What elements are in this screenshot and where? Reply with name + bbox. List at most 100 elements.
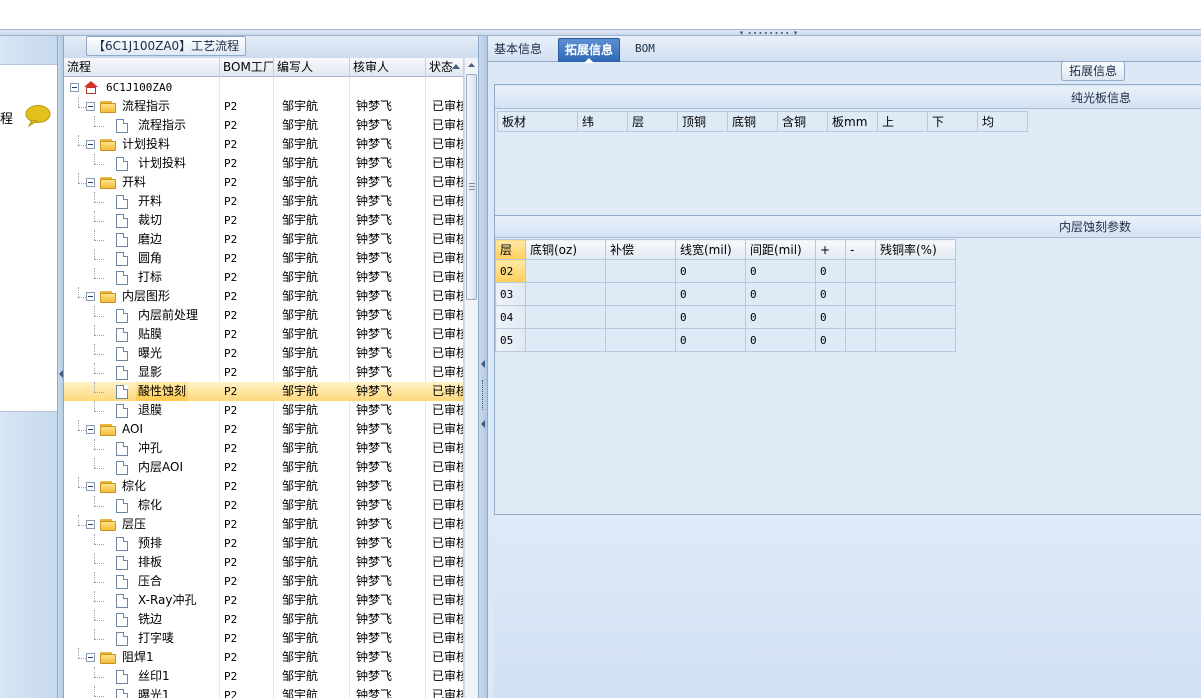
tree-node-label[interactable]: 流程指示: [136, 116, 188, 135]
status-cell[interactable]: 已审核: [428, 458, 463, 477]
reviewer-cell[interactable]: 钟梦飞: [352, 211, 424, 230]
tree-node-label[interactable]: 酸性蚀刻: [136, 382, 189, 401]
writer-cell[interactable]: 邹宇航: [278, 230, 350, 249]
tree-name-cell[interactable]: 阻焊1: [64, 648, 220, 667]
writer-cell[interactable]: 邹宇航: [278, 572, 350, 591]
tree-node-label[interactable]: 冲孔: [136, 439, 164, 458]
status-cell[interactable]: 已审核: [428, 629, 463, 648]
etch-params-table[interactable]: 层 底铜(oz) 补偿 线宽(mil) 间距(mil) + - 残铜率(%) 0…: [495, 239, 956, 352]
etch-cell-compensation[interactable]: [605, 282, 676, 306]
bom-factory-cell[interactable]: P2: [220, 287, 274, 306]
tree-node-label[interactable]: 压合: [136, 572, 164, 591]
status-cell[interactable]: 已审核: [428, 515, 463, 534]
writer-cell[interactable]: 邹宇航: [278, 211, 350, 230]
tree-node-label[interactable]: 6C1J100ZA0: [104, 78, 174, 97]
col-header-writer[interactable]: 编写人: [274, 58, 350, 77]
tree-name-cell[interactable]: 开料: [64, 192, 220, 211]
status-cell[interactable]: 已审核: [428, 97, 463, 116]
writer-cell[interactable]: 邹宇航: [278, 534, 350, 553]
tree-node-label[interactable]: 退膜: [136, 401, 164, 420]
bom-factory-cell[interactable]: P2: [220, 192, 274, 211]
tree-name-cell[interactable]: 打字唛: [64, 629, 220, 648]
reviewer-cell[interactable]: 钟梦飞: [352, 268, 424, 287]
tree-leaf-row[interactable]: 打字唛 P2邹宇航钟梦飞已审核: [64, 629, 463, 648]
board-col-layer[interactable]: 层: [627, 111, 678, 132]
status-cell[interactable]: 已审核: [428, 420, 463, 439]
etch-row[interactable]: 05 0 0 0: [495, 328, 956, 352]
tree-leaf-row[interactable]: 丝印1 P2邹宇航钟梦飞已审核: [64, 667, 463, 686]
tree-node-row[interactable]: 棕化 P2邹宇航钟梦飞已审核: [64, 477, 463, 496]
col-header-reviewer[interactable]: 核审人: [350, 58, 426, 77]
bom-factory-cell[interactable]: P2: [220, 97, 274, 116]
status-cell[interactable]: 已审核: [428, 154, 463, 173]
tree-name-cell[interactable]: 曝光: [64, 344, 220, 363]
status-cell[interactable]: 已审核: [428, 553, 463, 572]
tree-node-label[interactable]: X-Ray冲孔: [136, 591, 198, 610]
board-col-copper-content[interactable]: 含铜: [777, 111, 828, 132]
collapse-tree-icon-2[interactable]: [481, 420, 485, 428]
status-cell[interactable]: 已审核: [428, 306, 463, 325]
tree-node-label[interactable]: 内层前处理: [136, 306, 200, 325]
tree-node-label[interactable]: 流程指示: [120, 97, 172, 116]
etch-cell-plus[interactable]: 0: [815, 328, 846, 352]
tree-node-label[interactable]: AOI: [120, 420, 145, 439]
collapse-toggle-icon[interactable]: [86, 482, 95, 491]
etch-cell-spacing[interactable]: 0: [745, 259, 816, 283]
collapse-toggle-icon[interactable]: [70, 83, 79, 92]
etch-cell-minus[interactable]: [845, 328, 876, 352]
etch-col-spacing[interactable]: 间距(mil): [745, 239, 816, 260]
tree-node-label[interactable]: 计划投料: [120, 135, 172, 154]
tree-leaf-row[interactable]: 贴膜 P2邹宇航钟梦飞已审核: [64, 325, 463, 344]
tree-node-row[interactable]: 计划投料 P2邹宇航钟梦飞已审核: [64, 135, 463, 154]
etch-cell-plus[interactable]: 0: [815, 259, 846, 283]
reviewer-cell[interactable]: 钟梦飞: [352, 629, 424, 648]
etch-row[interactable]: 04 0 0 0: [495, 305, 956, 329]
tree-name-cell[interactable]: 排板: [64, 553, 220, 572]
writer-cell[interactable]: 邹宇航: [278, 667, 350, 686]
tree-node-label[interactable]: 内层图形: [120, 287, 172, 306]
writer-cell[interactable]: 邹宇航: [278, 135, 350, 154]
writer-cell[interactable]: 邹宇航: [278, 268, 350, 287]
status-cell[interactable]: 已审核: [428, 591, 463, 610]
tree-name-cell[interactable]: 压合: [64, 572, 220, 591]
tree-node-label[interactable]: 层压: [120, 515, 148, 534]
writer-cell[interactable]: 邹宇航: [278, 116, 350, 135]
bom-factory-cell[interactable]: P2: [220, 477, 274, 496]
tree-leaf-row[interactable]: 计划投料 P2邹宇航钟梦飞已审核: [64, 154, 463, 173]
tree-name-cell[interactable]: 流程指示: [64, 97, 220, 116]
etch-cell-residual-copper[interactable]: [875, 328, 956, 352]
etch-cell-residual-copper[interactable]: [875, 282, 956, 306]
tree-name-cell[interactable]: 层压: [64, 515, 220, 534]
tree-name-cell[interactable]: 6C1J100ZA0: [64, 78, 220, 97]
writer-cell[interactable]: 邹宇航: [278, 458, 350, 477]
board-col-top-copper[interactable]: 顶铜: [677, 111, 728, 132]
bom-factory-cell[interactable]: P2: [220, 116, 274, 135]
etch-row[interactable]: 03 0 0 0: [495, 282, 956, 306]
status-cell[interactable]: 已审核: [428, 344, 463, 363]
tree-scrollbar[interactable]: [464, 58, 478, 698]
bom-factory-cell[interactable]: P2: [220, 325, 274, 344]
tree-name-cell[interactable]: 磨边: [64, 230, 220, 249]
collapse-left-icon[interactable]: [59, 370, 63, 378]
tree-leaf-row[interactable]: 曝光 P2邹宇航钟梦飞已审核: [64, 344, 463, 363]
tree-leaf-row[interactable]: 冲孔 P2邹宇航钟梦飞已审核: [64, 439, 463, 458]
status-cell[interactable]: 已审核: [428, 211, 463, 230]
bom-factory-cell[interactable]: P2: [220, 363, 274, 382]
tree-name-cell[interactable]: 铣边: [64, 610, 220, 629]
bom-factory-cell[interactable]: P2: [220, 648, 274, 667]
status-cell[interactable]: 已审核: [428, 249, 463, 268]
status-cell[interactable]: 已审核: [428, 610, 463, 629]
tree-node-label[interactable]: 排板: [136, 553, 164, 572]
etch-cell-base-copper[interactable]: [525, 328, 606, 352]
writer-cell[interactable]: 邹宇航: [278, 629, 350, 648]
tree-name-cell[interactable]: 开料: [64, 173, 220, 192]
writer-cell[interactable]: 邹宇航: [278, 401, 350, 420]
etch-cell-minus[interactable]: [845, 259, 876, 283]
etch-cell-base-copper[interactable]: [525, 282, 606, 306]
etch-cell-minus[interactable]: [845, 282, 876, 306]
bom-factory-cell[interactable]: P2: [220, 610, 274, 629]
etch-cell-compensation[interactable]: [605, 305, 676, 329]
tree-node-label[interactable]: 棕化: [120, 477, 148, 496]
reviewer-cell[interactable]: 钟梦飞: [352, 382, 424, 401]
chat-bubble-icon[interactable]: [24, 104, 52, 128]
